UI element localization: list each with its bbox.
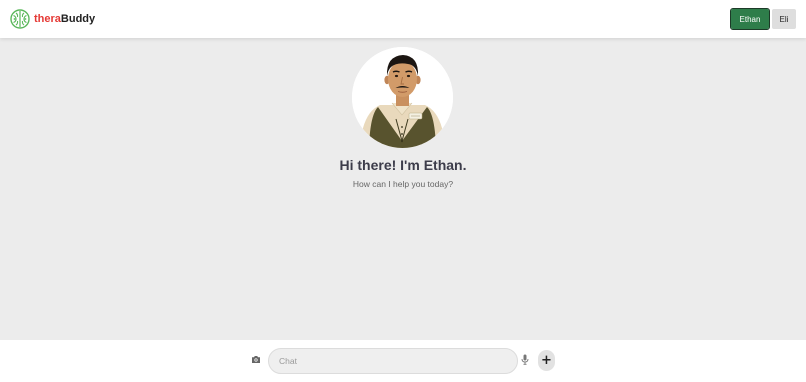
brand-prefix: thera xyxy=(34,13,61,25)
microphone-button[interactable] xyxy=(520,353,530,365)
avatar xyxy=(352,47,453,148)
microphone-icon xyxy=(521,354,529,365)
brand-name: theraBuddy xyxy=(34,13,95,25)
camera-button[interactable] xyxy=(251,354,261,364)
persona-button-ethan[interactable]: Ethan xyxy=(730,8,770,30)
add-button[interactable]: + xyxy=(538,350,555,371)
camera-icon xyxy=(252,355,260,363)
app-header: theraBuddy Ethan Eli xyxy=(0,0,806,38)
logo[interactable]: theraBuddy xyxy=(10,9,95,29)
chat-composer: + xyxy=(0,340,806,382)
greeting-heading: Hi there! I'm Ethan. xyxy=(339,157,467,173)
brand-suffix: Buddy xyxy=(60,13,96,25)
persona-button-eli[interactable]: Eli xyxy=(772,9,796,29)
chat-input[interactable] xyxy=(268,348,518,374)
greeting-subtext: How can I help you today? xyxy=(352,179,454,189)
chat-area: Hi there! I'm Ethan. How can I help you … xyxy=(0,38,806,340)
brain-icon xyxy=(10,9,30,29)
persona-switch: Ethan Eli xyxy=(730,8,796,30)
ethan-avatar xyxy=(352,47,453,148)
